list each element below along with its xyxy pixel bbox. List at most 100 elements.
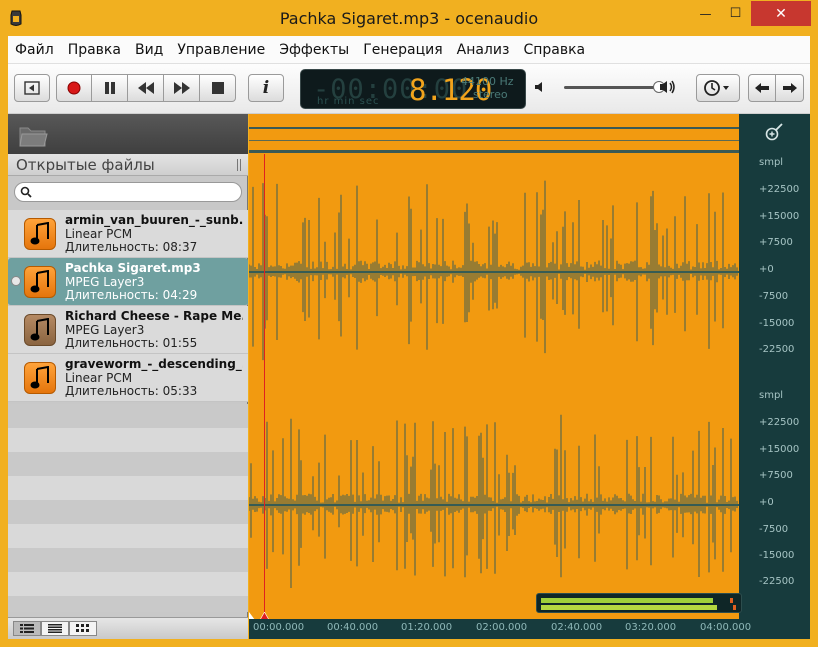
open-files-header: Открытые файлы <box>8 154 248 176</box>
amp-tick: +0 <box>759 264 774 275</box>
amp-tick: +22500 <box>759 184 800 195</box>
files-list: armin_van_buuren_-_sunb... Linear PCM Дл… <box>8 210 248 402</box>
fast-forward-button[interactable] <box>164 74 200 102</box>
peak-indicator <box>730 598 733 603</box>
file-item[interactable]: graveworm_-_descending_... Linear PCM Дл… <box>8 354 248 402</box>
menu-edit[interactable]: Правка <box>61 36 128 64</box>
amp-tick: -15000 <box>759 550 795 561</box>
waveform-view[interactable]: smpl +22500 +15000 +7500 +0 -7500 -15000… <box>249 114 810 639</box>
time-units-label: hr min sec <box>317 96 380 107</box>
time-tick: 00:40.000 <box>327 622 379 633</box>
selected-check-icon <box>11 276 21 286</box>
back-to-start-icon <box>24 81 40 95</box>
amp-tick: -22500 <box>759 344 795 355</box>
time-tick: 03:20.000 <box>625 622 677 633</box>
back-to-start-button[interactable] <box>14 74 50 102</box>
file-item[interactable]: armin_van_buuren_-_sunb... Linear PCM Дл… <box>8 210 248 258</box>
record-button[interactable] <box>56 74 92 102</box>
pause-icon <box>104 82 115 94</box>
amp-tick: -15000 <box>759 318 795 329</box>
volume-low-icon <box>535 82 542 92</box>
maximize-button[interactable]: ☐ <box>721 1 750 26</box>
volume-high-icon <box>660 80 675 94</box>
file-format: Linear PCM <box>65 371 133 385</box>
menu-analysis[interactable]: Анализ <box>450 36 517 64</box>
search-icon <box>20 186 32 198</box>
record-icon <box>67 81 81 95</box>
panel-top-bar <box>8 114 248 154</box>
detail-view-icon <box>48 624 62 633</box>
file-duration: Длительность: 05:33 <box>65 384 198 398</box>
amp-tick: +22500 <box>759 417 800 428</box>
amp-tick: +15000 <box>759 444 800 455</box>
grid-view-button[interactable] <box>69 621 97 636</box>
clock-icon <box>704 80 729 96</box>
level-meter-left <box>541 598 713 603</box>
search-box[interactable] <box>14 182 242 202</box>
time-tick: 01:20.000 <box>401 622 453 633</box>
audio-file-icon <box>24 362 56 394</box>
toolbar: i -00:00:00 hr min sec 8.120 44100 Hz st… <box>8 64 810 114</box>
file-name: Richard Cheese - Rape Me... <box>65 309 243 323</box>
playhead-line[interactable] <box>264 154 265 619</box>
amp-unit-label: smpl <box>759 390 784 401</box>
time-display: -00:00:00 hr min sec 8.120 44100 Hz ster… <box>300 69 526 109</box>
pause-button[interactable] <box>92 74 128 102</box>
view-mode-bar <box>8 617 248 639</box>
transport-controls <box>56 74 236 102</box>
detail-view-button[interactable] <box>41 621 69 636</box>
time-format-dropdown[interactable] <box>696 74 740 102</box>
file-format: MPEG Layer3 <box>65 275 145 289</box>
time-tick: 02:40.000 <box>551 622 603 633</box>
amp-tick: -7500 <box>759 291 789 302</box>
audio-file-icon <box>24 218 56 250</box>
panel-grip-icon[interactable] <box>237 159 243 171</box>
overview-waveform[interactable] <box>249 114 739 154</box>
menu-control[interactable]: Управление <box>170 36 272 64</box>
menu-generate[interactable]: Генерация <box>356 36 449 64</box>
file-duration: Длительность: 01:55 <box>65 336 198 350</box>
waveform-fill <box>249 154 739 619</box>
file-item[interactable]: Richard Cheese - Rape Me... MPEG Layer3 … <box>8 306 248 354</box>
menu-help[interactable]: Справка <box>516 36 592 64</box>
audio-file-icon <box>24 314 56 346</box>
empty-list-area <box>8 404 248 612</box>
time-tick: 02:00.000 <box>476 622 528 633</box>
close-button[interactable]: ✕ <box>751 1 811 26</box>
nav-forward-button[interactable] <box>776 74 804 102</box>
arrow-left-icon <box>755 83 769 93</box>
file-format: Linear PCM <box>65 227 133 241</box>
file-name: graveworm_-_descending_... <box>65 357 243 371</box>
amp-tick: +7500 <box>759 470 793 481</box>
menu-view[interactable]: Вид <box>128 36 170 64</box>
list-view-button[interactable] <box>13 621 41 636</box>
level-meter-right <box>541 605 717 610</box>
nav-back-button[interactable] <box>748 74 776 102</box>
file-format: MPEG Layer3 <box>65 323 145 337</box>
search-input[interactable] <box>35 184 235 200</box>
close-icon: ✕ <box>775 5 787 22</box>
file-duration: Длительность: 08:37 <box>65 240 198 254</box>
volume-slider[interactable] <box>564 81 665 93</box>
amp-tick: -22500 <box>759 576 795 587</box>
zoom-tool-icon[interactable] <box>764 123 784 143</box>
info-icon: i <box>262 78 270 98</box>
maximize-icon: ☐ <box>729 6 742 21</box>
stop-button[interactable] <box>200 74 236 102</box>
menu-effects[interactable]: Эффекты <box>272 36 356 64</box>
peak-indicator <box>733 605 736 610</box>
info-button[interactable]: i <box>248 74 284 102</box>
menu-file[interactable]: Файл <box>8 36 61 64</box>
sample-rate: 44100 Hz <box>461 75 514 88</box>
file-item-selected[interactable]: Pachka Sigaret.mp3 MPEG Layer3 Длительно… <box>8 258 248 306</box>
time-tick: 00:00.000 <box>253 622 305 633</box>
file-name: Pachka Sigaret.mp3 <box>65 261 201 275</box>
minimize-button[interactable]: — <box>691 1 720 26</box>
folder-icon[interactable] <box>18 122 48 148</box>
navigation-group <box>748 74 804 102</box>
main-waveform[interactable] <box>249 154 739 619</box>
amp-tick: -7500 <box>759 524 789 535</box>
rewind-button[interactable] <box>128 74 164 102</box>
file-name: armin_van_buuren_-_sunb... <box>65 213 243 227</box>
stop-icon <box>211 82 224 94</box>
